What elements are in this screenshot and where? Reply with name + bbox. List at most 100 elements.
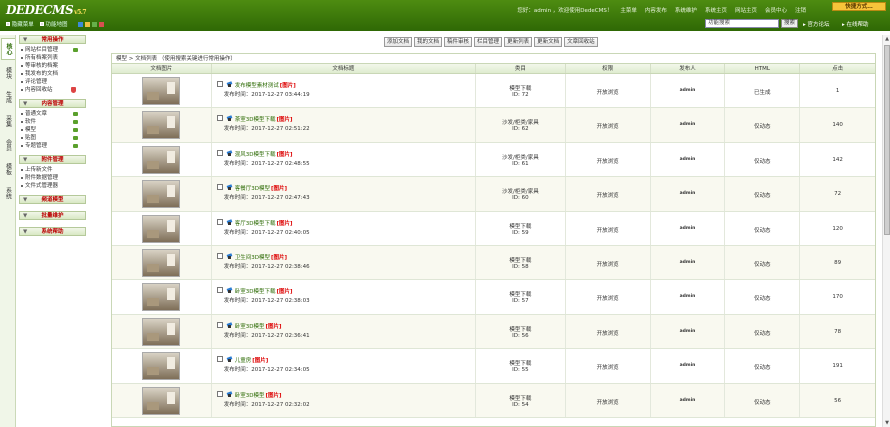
- menu-item[interactable]: 贴图: [19, 134, 86, 142]
- edit-icon[interactable]: [227, 253, 233, 259]
- document-title-link[interactable]: 茶室3D模型下载[图片]: [235, 115, 293, 123]
- edit-icon[interactable]: [227, 322, 233, 328]
- thumbnail-image[interactable]: [142, 386, 180, 415]
- menu-item[interactable]: 所有档案列表: [19, 54, 86, 62]
- left-tab[interactable]: 核心: [1, 38, 15, 60]
- thumbnail-image[interactable]: [142, 283, 180, 312]
- document-title-link[interactable]: 卧室3D模型[图片]: [235, 322, 282, 330]
- theme-swatches[interactable]: [77, 21, 104, 27]
- scroll-up-icon[interactable]: ▲: [884, 36, 890, 42]
- table-row[interactable]: 混风3D模型下载[图片] 发布时间：2017-12-27 02:48:55 沙发/柜…: [112, 142, 875, 178]
- menu-group-title[interactable]: ▼ 内容管理: [19, 99, 86, 108]
- row-checkbox[interactable]: [216, 321, 223, 328]
- quick-menu-button[interactable]: 快捷方式…: [832, 2, 886, 11]
- menu-item[interactable]: 上传新文件: [19, 166, 86, 174]
- column-header[interactable]: 文档标题: [212, 64, 477, 73]
- left-tab[interactable]: 系统: [1, 182, 15, 204]
- top-nav-link[interactable]: 网站主页: [735, 6, 757, 14]
- add-icon[interactable]: [73, 144, 78, 148]
- scroll-thumb[interactable]: [884, 45, 890, 235]
- thumbnail-image[interactable]: [142, 180, 180, 209]
- help-link[interactable]: ▸ 在线帮助: [842, 20, 869, 28]
- toolbar-button[interactable]: 更新列表: [504, 37, 533, 47]
- theme-swatch[interactable]: [91, 21, 97, 27]
- row-checkbox[interactable]: [216, 390, 223, 397]
- edit-icon[interactable]: [227, 356, 233, 363]
- toolbar-button[interactable]: 文章回收站: [564, 37, 598, 47]
- top-nav-link[interactable]: 会员中心: [765, 6, 787, 14]
- edit-icon[interactable]: [227, 150, 233, 156]
- menu-item[interactable]: 软件: [19, 118, 86, 126]
- menu-item[interactable]: 专题管理: [19, 142, 86, 150]
- menu-item[interactable]: 内容回收站: [19, 86, 86, 94]
- theme-swatch[interactable]: [77, 21, 83, 27]
- row-checkbox[interactable]: [216, 81, 223, 87]
- menu-item[interactable]: 文件式管理器: [19, 182, 86, 190]
- menu-item[interactable]: 模型: [19, 126, 86, 134]
- menu-item[interactable]: 附件数据管理: [19, 174, 86, 182]
- scroll-down-icon[interactable]: ▼: [884, 420, 890, 426]
- column-header[interactable]: HTML: [725, 64, 801, 73]
- theme-swatch[interactable]: [84, 21, 90, 27]
- edit-icon[interactable]: [227, 219, 233, 225]
- table-row[interactable]: 客厅3D模型下载[图片] 发布时间：2017-12-27 02:40:05 模型下载…: [112, 211, 875, 246]
- table-row[interactable]: 茶室3D模型下载[图片] 发布时间：2017-12-27 02:51:22 沙发/柜…: [112, 108, 875, 143]
- edit-icon[interactable]: [227, 391, 233, 397]
- top-nav-link[interactable]: 系统维护: [675, 6, 697, 14]
- table-row[interactable]: 发布模型素材测试[图片] 发布时间：2017-12-27 03:44:19 模型下载…: [112, 74, 875, 109]
- document-title-link[interactable]: 发布模型素材测试[图片]: [235, 81, 296, 89]
- menu-group-title[interactable]: ▼ 频道模型: [19, 195, 86, 204]
- menu-group-title[interactable]: ▼ 批量维护: [19, 211, 86, 220]
- menu-group-title[interactable]: ▼ 附件管理: [19, 155, 86, 164]
- thumbnail-image[interactable]: [142, 77, 180, 105]
- toolbar-button[interactable]: 我的文档: [414, 37, 443, 47]
- left-tab[interactable]: 模板: [1, 158, 15, 180]
- left-tab[interactable]: 模块: [1, 62, 15, 84]
- thumbnail-image[interactable]: [142, 317, 180, 346]
- menu-item[interactable]: 我发布的文档: [19, 70, 86, 78]
- thumbnail-image[interactable]: [142, 248, 180, 277]
- site-map-link[interactable]: 功能地图: [39, 20, 68, 28]
- add-icon[interactable]: [73, 120, 78, 124]
- document-title-link[interactable]: 儿童房[图片]: [235, 356, 269, 364]
- row-checkbox[interactable]: [216, 356, 223, 363]
- edit-icon[interactable]: [227, 115, 233, 122]
- add-icon[interactable]: [73, 48, 78, 52]
- document-title-link[interactable]: 卫生间3D模型[图片]: [235, 253, 287, 261]
- toolbar-button[interactable]: 添加文档: [384, 37, 413, 47]
- document-title-link[interactable]: 混风3D模型下载[图片]: [235, 150, 293, 158]
- row-checkbox[interactable]: [216, 252, 223, 259]
- document-title-link[interactable]: 客餐厅3D模型[图片]: [235, 184, 287, 192]
- table-row[interactable]: 客餐厅3D模型[图片] 发布时间：2017-12-27 02:47:43 沙发/柜类…: [112, 177, 875, 212]
- menu-group-title[interactable]: ▼ 系统帮助: [19, 227, 86, 236]
- search-input[interactable]: 功能搜索: [705, 19, 779, 28]
- forum-link[interactable]: ▸ 官方论坛: [803, 20, 830, 28]
- table-row[interactable]: 卧室3D模型下载[图片] 发布时间：2017-12-27 02:38:03 模型下载…: [112, 280, 875, 315]
- top-nav-link[interactable]: 注销: [795, 6, 806, 14]
- thumbnail-image[interactable]: [142, 145, 180, 174]
- add-icon[interactable]: [73, 136, 78, 140]
- vertical-scrollbar[interactable]: ▲ ▼: [882, 35, 890, 427]
- menu-item[interactable]: 网站栏目管理: [19, 46, 86, 54]
- row-checkbox[interactable]: [216, 218, 223, 225]
- column-header[interactable]: 文档图片: [112, 64, 212, 73]
- theme-swatch[interactable]: [98, 21, 104, 27]
- edit-icon[interactable]: [227, 184, 233, 191]
- edit-icon[interactable]: [227, 287, 233, 294]
- add-icon[interactable]: [73, 112, 78, 116]
- left-tab[interactable]: 采集: [1, 110, 15, 132]
- top-nav-link[interactable]: 内容发布: [645, 6, 667, 14]
- menu-group-title[interactable]: ▼ 常用操作: [19, 35, 86, 44]
- row-checkbox[interactable]: [216, 115, 223, 122]
- edit-icon[interactable]: [227, 81, 233, 87]
- add-icon[interactable]: [73, 128, 78, 132]
- document-title-link[interactable]: 卧室3D模型下载[图片]: [235, 287, 293, 295]
- top-nav-link[interactable]: 主菜单: [620, 6, 637, 14]
- toolbar-button[interactable]: 更新文档: [534, 37, 563, 47]
- search-button[interactable]: 搜索: [781, 19, 798, 28]
- column-header[interactable]: 发布人: [651, 64, 726, 73]
- document-title-link[interactable]: 客厅3D模型下载[图片]: [235, 219, 293, 227]
- row-checkbox[interactable]: [216, 149, 223, 156]
- row-checkbox[interactable]: [216, 287, 223, 294]
- column-header[interactable]: 点击: [800, 64, 875, 73]
